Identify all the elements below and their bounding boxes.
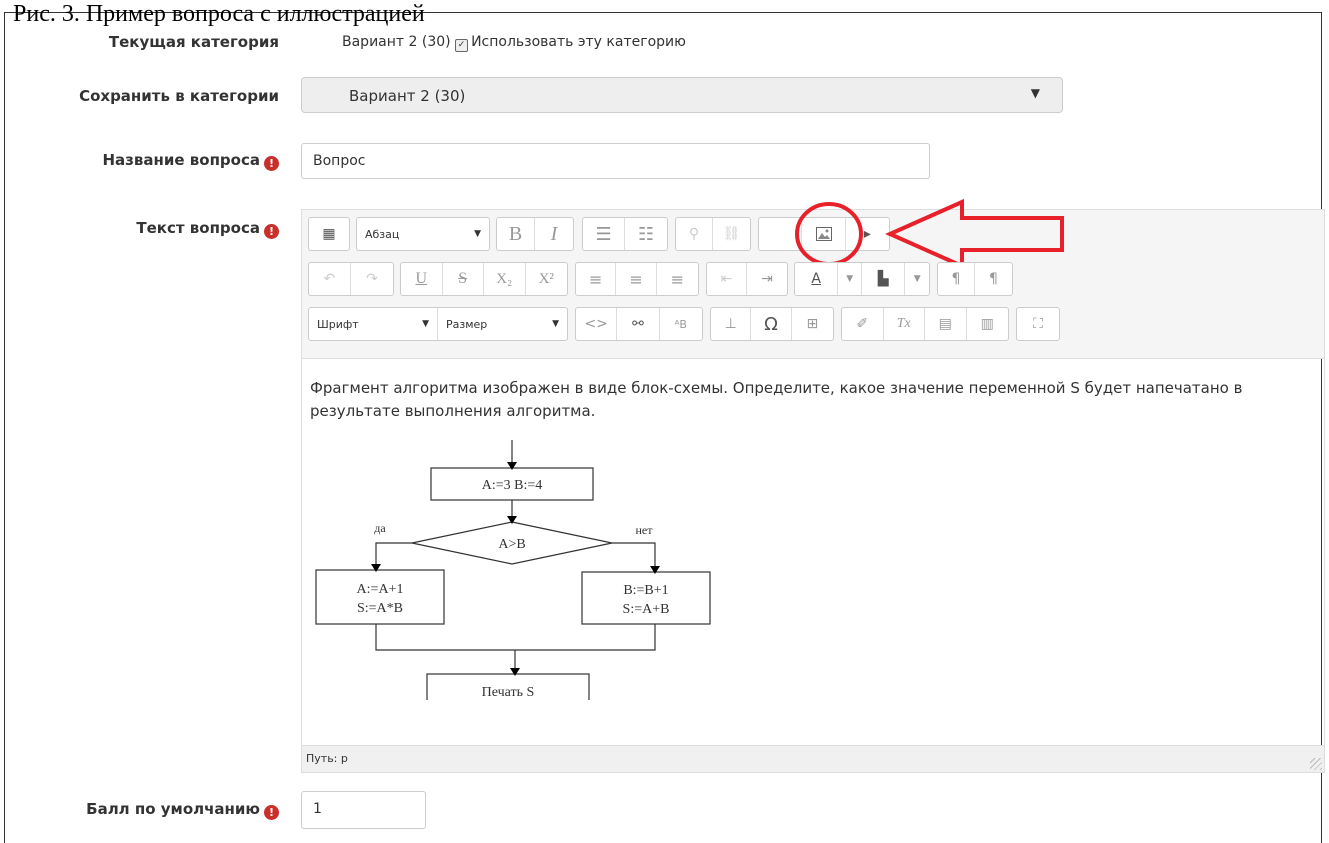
fullscreen-icon[interactable]: ⛶ bbox=[1017, 308, 1059, 340]
flowchart-yes-line2: S:=A*B bbox=[357, 601, 403, 616]
resize-handle-icon[interactable] bbox=[1310, 758, 1322, 770]
chevron-down-icon[interactable]: ▼ bbox=[838, 263, 863, 295]
question-text-editor[interactable]: ▦ Абзац ▼ B I ☰ ☷ ⚲ ⛓ ▸ ↶ ↷ U S X₂ X² ≡ … bbox=[301, 198, 1325, 773]
toolbar-group-indent: ⇤ ⇥ bbox=[706, 262, 788, 296]
editor-path: Путь: p bbox=[306, 752, 348, 765]
toolbar-group-view: ⛶ bbox=[1016, 307, 1060, 341]
toolbar-group-lists: ☰ ☷ bbox=[582, 217, 668, 251]
question-text-label-text: Текст вопроса bbox=[136, 219, 260, 237]
flowchart-image: A:=3 B:=4 A>B да нет A:=A+1 S:=A*B B:=B+… bbox=[315, 440, 711, 700]
font-select[interactable]: Шрифт ▼ bbox=[309, 308, 438, 340]
paste-word-icon[interactable]: ▥ bbox=[967, 308, 1008, 340]
question-name-value: Вопрос bbox=[313, 153, 366, 169]
link-icon[interactable]: ⚲ bbox=[676, 218, 714, 250]
search-replace-icon[interactable]: ⚯ bbox=[617, 308, 660, 340]
flowchart-no-line1: B:=B+1 bbox=[623, 583, 668, 598]
flowchart-init: A:=3 B:=4 bbox=[482, 478, 543, 493]
toolbar-group-insert: ⊥ Ω ⊞ bbox=[710, 307, 834, 341]
paste-text-icon[interactable]: ▤ bbox=[925, 308, 967, 340]
save-category-select[interactable]: Вариант 2 (30) ▼ bbox=[301, 77, 1063, 113]
question-text-label: Текст вопроса! bbox=[136, 219, 279, 239]
align-left-icon[interactable]: ≡ bbox=[576, 263, 617, 295]
size-select-value: Размер bbox=[446, 317, 488, 331]
table-grid-icon[interactable]: ⊞ bbox=[792, 308, 833, 340]
background-color-icon[interactable]: ▙ bbox=[862, 263, 906, 295]
use-category-checkbox[interactable]: ✓ bbox=[455, 39, 469, 52]
toolbar-group-clean: ✐ Tx ▤ ▥ bbox=[841, 307, 1009, 341]
chevron-down-icon: ▼ bbox=[474, 229, 481, 239]
question-name-label-text: Название вопроса bbox=[102, 151, 261, 169]
chevron-down-icon: ▼ bbox=[422, 319, 429, 329]
save-category-label: Сохранить в категории bbox=[79, 87, 279, 105]
flowchart-yes-line1: A:=A+1 bbox=[357, 582, 404, 597]
flowchart-no: нет bbox=[636, 523, 654, 537]
current-category-label: Текущая категория bbox=[108, 33, 279, 51]
underline-icon[interactable]: U bbox=[401, 263, 443, 295]
required-icon: ! bbox=[264, 224, 279, 239]
unlink-icon[interactable]: ⛓ bbox=[713, 218, 750, 250]
question-name-label: Название вопроса! bbox=[102, 151, 279, 171]
strikethrough-icon[interactable]: S bbox=[443, 263, 484, 295]
save-category-value: Вариант 2 (30) bbox=[349, 87, 466, 105]
required-icon: ! bbox=[264, 805, 279, 820]
toolbar-group-align: ≡ ≡ ≡ bbox=[575, 262, 699, 296]
toolbar-group-direction: ¶ ¶ bbox=[937, 262, 1013, 296]
superscript-icon[interactable]: X² bbox=[526, 263, 567, 295]
align-right-icon[interactable]: ≡ bbox=[657, 263, 698, 295]
bold-icon[interactable]: B bbox=[497, 218, 536, 250]
flowchart-print: Печать S bbox=[482, 685, 535, 700]
outdent-icon[interactable]: ⇤ bbox=[707, 263, 748, 295]
chevron-down-icon: ▼ bbox=[552, 319, 559, 329]
subscript-icon[interactable]: X₂ bbox=[484, 263, 526, 295]
default-mark-value: 1 bbox=[313, 801, 322, 817]
flowchart-yes: да bbox=[374, 521, 386, 535]
text-color-icon[interactable]: A bbox=[795, 263, 839, 295]
editor-toolbar: ▦ Абзац ▼ B I ☰ ☷ ⚲ ⛓ ▸ ↶ ↷ U S X₂ X² ≡ … bbox=[302, 198, 1324, 359]
current-category-value: Вариант 2 (30) bbox=[342, 34, 451, 50]
chevron-down-icon: ▼ bbox=[1030, 86, 1040, 100]
flowchart-condition: A>B bbox=[498, 537, 525, 552]
current-category-row: Вариант 2 (30) ✓ Использовать эту категор… bbox=[342, 34, 686, 52]
toolbar-group-links: ⚲ ⛓ bbox=[675, 217, 751, 251]
question-text-body: Фрагмент алгоритма изображен в виде блок… bbox=[310, 379, 1243, 420]
font-select-value: Шрифт bbox=[317, 317, 359, 331]
default-mark-label-text: Балл по умолчанию bbox=[86, 800, 260, 818]
required-icon: ! bbox=[264, 156, 279, 171]
format-select[interactable]: Абзац ▼ bbox=[356, 217, 490, 251]
undo-icon[interactable]: ↶ bbox=[309, 263, 352, 295]
redo-icon[interactable]: ↷ bbox=[351, 263, 393, 295]
align-center-icon[interactable]: ≡ bbox=[616, 263, 657, 295]
indent-icon[interactable]: ⇥ bbox=[747, 263, 787, 295]
bullet-list-icon[interactable]: ☰ bbox=[583, 218, 626, 250]
clear-format-icon[interactable]: ✐ bbox=[842, 308, 884, 340]
omega-icon[interactable]: Ω bbox=[751, 308, 792, 340]
toolbar-group-tools: <> ⚯ ᴬB bbox=[575, 307, 703, 341]
size-select[interactable]: Размер ▼ bbox=[438, 308, 567, 340]
toolbar-group-history: ↶ ↷ bbox=[308, 262, 394, 296]
toolbar-group-style: B I bbox=[496, 217, 574, 251]
flowchart-no-line2: S:=A+B bbox=[623, 602, 670, 617]
remove-format-icon[interactable]: Tx bbox=[884, 308, 925, 340]
toolbar-group-colors: A ▼ ▙ ▼ bbox=[794, 262, 930, 296]
table-icon[interactable]: ▦ bbox=[309, 218, 349, 250]
default-mark-input[interactable]: 1 bbox=[301, 791, 426, 829]
question-name-input[interactable]: Вопрос bbox=[301, 143, 930, 179]
rtl-icon[interactable]: ¶ bbox=[975, 263, 1012, 295]
numbered-list-icon[interactable]: ☷ bbox=[625, 218, 667, 250]
italic-icon[interactable]: I bbox=[535, 218, 573, 250]
chevron-down-icon[interactable]: ▼ bbox=[905, 263, 929, 295]
default-mark-label: Балл по умолчанию! bbox=[86, 800, 279, 820]
figure-caption: Рис. 3. Пример вопроса с иллюстрацией bbox=[13, 1, 425, 27]
format-select-value: Абзац bbox=[365, 227, 400, 241]
anchor-icon[interactable]: ⊥ bbox=[711, 308, 752, 340]
ltr-icon[interactable]: ¶ bbox=[938, 263, 976, 295]
toolbar-group-toggle: ▦ bbox=[308, 217, 350, 251]
editor-statusbar: Путь: p bbox=[302, 745, 1324, 772]
toolbar-group-format: U S X₂ X² bbox=[400, 262, 568, 296]
code-icon[interactable]: <> bbox=[576, 308, 618, 340]
use-category-label: Использовать эту категорию bbox=[471, 34, 686, 50]
toolbar-group-fonts: Шрифт ▼ Размер ▼ bbox=[308, 307, 568, 341]
char-map-icon[interactable]: ᴬB bbox=[660, 308, 702, 340]
